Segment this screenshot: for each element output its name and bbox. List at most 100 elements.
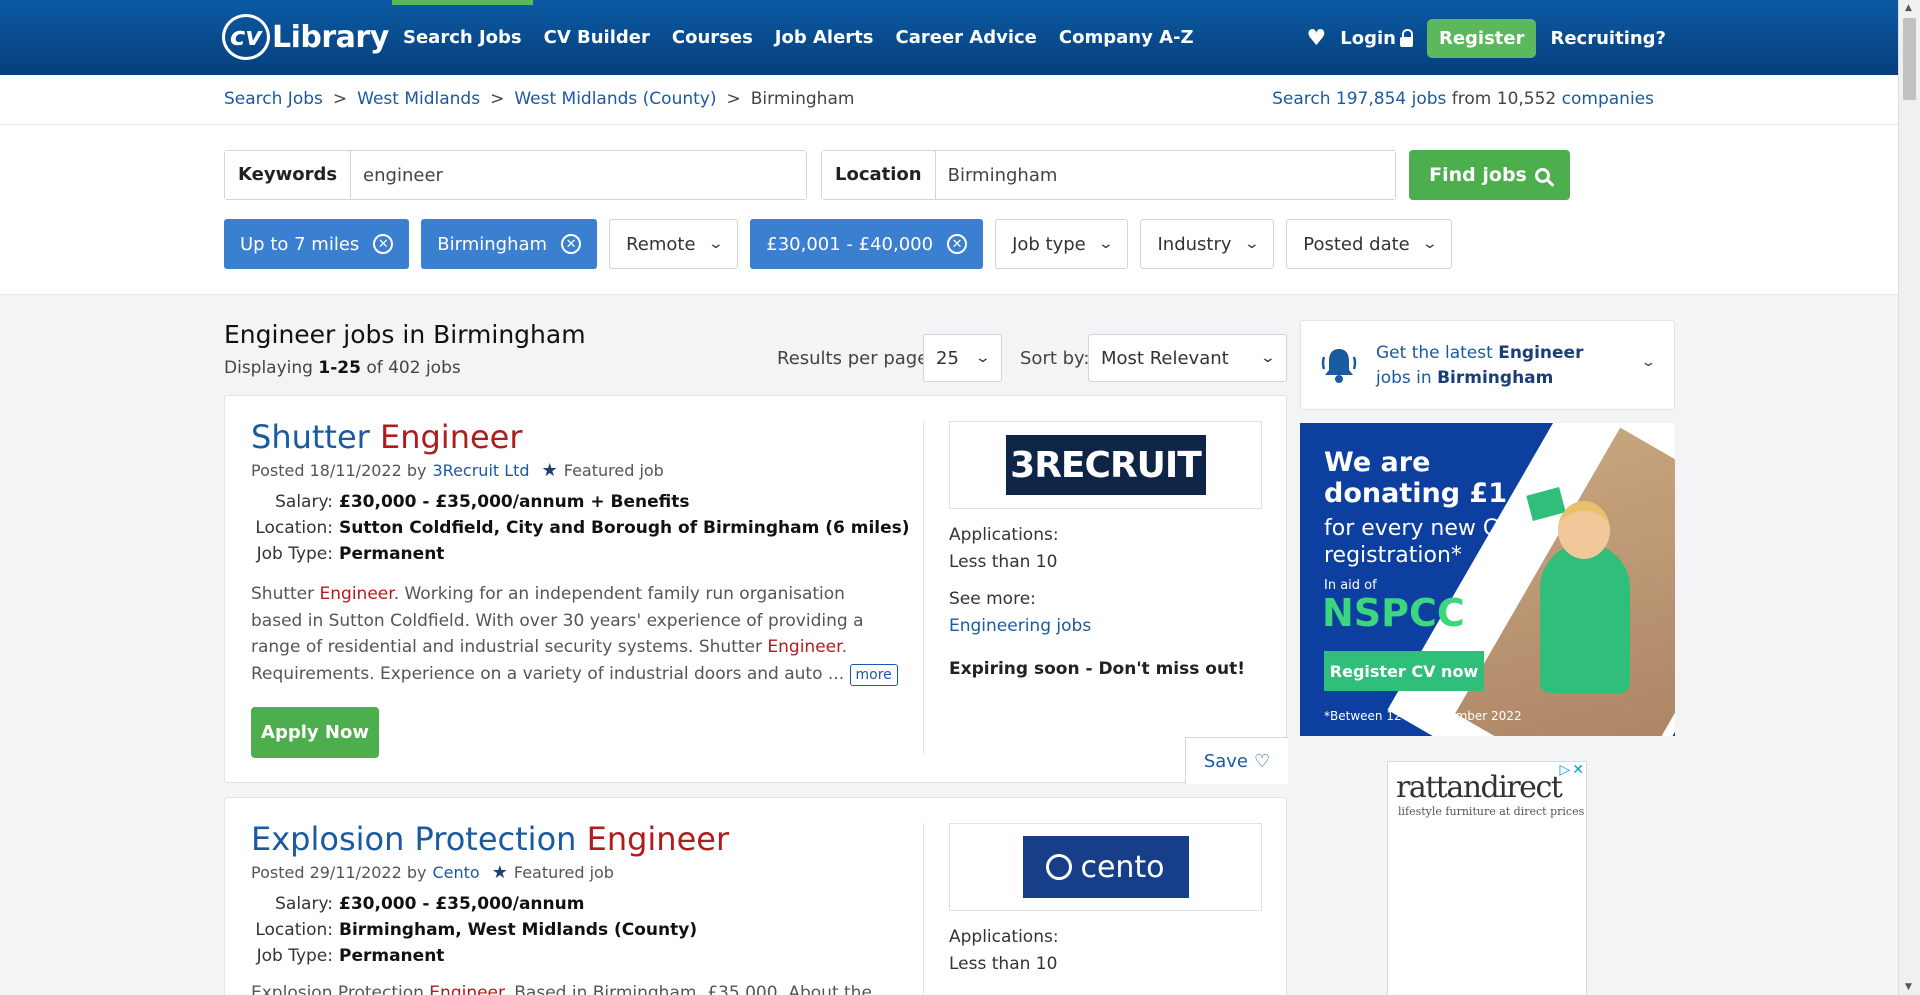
remove-filter-icon[interactable]: ✕ (947, 234, 968, 254)
job-description: Shutter Engineer. Working for an indepen… (251, 581, 901, 687)
job-posted-date: Posted 18/11/2022 by (251, 461, 427, 480)
job-alert-box[interactable]: Get the latest Engineer jobs in Birmingh… (1300, 320, 1675, 410)
job-type-value: Permanent (339, 946, 445, 966)
job-card: Shutter Engineer Posted 18/11/2022 by 3R… (224, 395, 1288, 784)
nspcc-advert[interactable]: We are donating £1 for every new CV regi… (1300, 423, 1675, 736)
header-actions: ♥ Login Register Recruiting? (1307, 17, 1666, 59)
register-cv-now-button[interactable]: Register CV now (1324, 651, 1484, 691)
filter-industry[interactable]: Industry ⌄ (1140, 219, 1275, 269)
job-title-link[interactable]: Shutter Engineer (251, 418, 523, 456)
job-location: Location: Sutton Coldfield, City and Boro… (251, 518, 909, 538)
location-input[interactable] (935, 151, 1395, 199)
search-jobs-count-link[interactable]: Search 197,854 jobs (1272, 89, 1446, 109)
sort-by-select[interactable]: Most Relevant ⌄ (1088, 334, 1287, 382)
saved-jobs-heart-icon[interactable]: ♥ (1307, 26, 1327, 51)
main-nav: Search Jobs CV Builder Courses Job Alert… (392, 0, 1205, 75)
job-salary: Salary: £30,000 - £35,000/annum (251, 894, 584, 914)
find-jobs-button[interactable]: Find jobs (1409, 150, 1570, 200)
filter-location[interactable]: Birmingham ✕ (421, 219, 598, 269)
chevron-down-icon: ⌄ (974, 350, 992, 366)
company-logo[interactable]: 3RECRUIT (949, 421, 1262, 509)
more-button[interactable]: more (849, 663, 898, 686)
page-scrollbar[interactable]: ▲ ▼ (1898, 0, 1920, 995)
company-link[interactable]: Cento (433, 863, 480, 882)
filter-industry-label: Industry (1157, 233, 1232, 255)
companies-link[interactable]: companies (1562, 89, 1654, 109)
cento-logo-text: cento (1080, 849, 1165, 885)
save-label: Save (1203, 750, 1249, 772)
results-per-page-select[interactable]: 25 ⌄ (923, 334, 1002, 382)
chevron-down-icon[interactable]: ⌄ (1640, 355, 1656, 370)
scroll-down-arrow-icon[interactable]: ▼ (1905, 982, 1912, 992)
nav-career-advice[interactable]: Career Advice (885, 0, 1048, 75)
remove-filter-icon[interactable]: ✕ (561, 234, 582, 254)
see-more-label: See more: (949, 589, 1036, 609)
lock-icon (1399, 28, 1413, 47)
chevron-down-icon: ⌄ (1421, 236, 1438, 252)
filter-job-type[interactable]: Job type ⌄ (995, 219, 1129, 269)
expiring-notice: Expiring soon - Don't miss out! (949, 659, 1245, 679)
job-title-text: Shutter (251, 418, 370, 456)
job-description: Explosion Protection Engineer. Based in … (251, 980, 901, 995)
job-posted-info: Posted 18/11/2022 by 3Recruit Ltd ★ Feat… (251, 460, 664, 481)
nav-company-a-z[interactable]: Company A-Z (1048, 0, 1205, 75)
chevron-down-icon: ⌄ (1259, 350, 1277, 366)
card-divider (923, 421, 924, 754)
job-type: Job Type: Permanent (251, 946, 445, 966)
salary-label: Salary: (275, 894, 333, 914)
desc-keyword: Engineer (319, 584, 394, 604)
sort-by-value: Most Relevant (1101, 347, 1229, 369)
breadcrumb-current: Birmingham (750, 89, 855, 109)
job-title-text: Explosion Protection (251, 820, 577, 858)
desc-text: Shutter (251, 584, 315, 604)
nav-cv-builder[interactable]: CV Builder (533, 0, 661, 75)
site-job-count: Search 197,854 jobs from 10,552 companie… (1272, 89, 1654, 109)
company-link[interactable]: 3Recruit Ltd (433, 461, 530, 480)
nav-search-jobs[interactable]: Search Jobs (392, 0, 533, 75)
desc-keyword: Engineer (767, 637, 842, 657)
login-label: Login (1340, 27, 1396, 49)
job-type-value: Permanent (339, 544, 445, 564)
scroll-up-arrow-icon[interactable]: ▲ (1905, 3, 1912, 13)
results-per-page-label: Results per page: (777, 348, 935, 369)
keywords-input[interactable] (351, 151, 806, 199)
filter-posted-date[interactable]: Posted date ⌄ (1286, 219, 1453, 269)
child-image (1540, 543, 1630, 693)
company-logo[interactable]: cento (949, 823, 1262, 911)
close-ad-icon[interactable]: ✕ (1572, 762, 1584, 778)
filter-remote[interactable]: Remote ⌄ (609, 219, 739, 269)
save-job-button[interactable]: Save ♡ (1185, 737, 1288, 784)
star-icon: ★ (491, 862, 508, 883)
scrollbar-thumb[interactable] (1903, 18, 1916, 100)
location-value: Birmingham, West Midlands (County) (339, 920, 698, 940)
engineering-jobs-link[interactable]: Engineering jobs (949, 616, 1091, 636)
login-link[interactable]: Login (1340, 28, 1413, 49)
register-button[interactable]: Register (1426, 18, 1537, 58)
job-title-keyword: Engineer (586, 820, 730, 858)
cv-library-logo[interactable]: cv Library (222, 14, 389, 60)
job-title-link[interactable]: Explosion Protection Engineer (251, 820, 729, 858)
results-displaying: Displaying (224, 358, 313, 378)
job-posted-date: Posted 29/11/2022 by (251, 863, 427, 882)
cento-logo-mark-icon (1046, 854, 1073, 880)
breadcrumb-search-jobs[interactable]: Search Jobs (224, 89, 323, 109)
advert-line-2: donating £1 (1324, 478, 1508, 509)
filter-bar: Up to 7 miles ✕ Birmingham ✕ Remote ⌄ £3… (224, 219, 1453, 269)
ad-choices[interactable]: ▷ ✕ (1559, 762, 1584, 778)
breadcrumb-west-midlands-county[interactable]: West Midlands (County) (514, 89, 716, 109)
rattan-direct-advert[interactable]: ▷ ✕ rattandirect lifestyle furniture at … (1387, 761, 1587, 995)
filter-salary[interactable]: £30,001 - £40,000 ✕ (750, 219, 984, 269)
recruiting-link[interactable]: Recruiting? (1550, 28, 1666, 49)
advert-subline: for every new CV registration* (1324, 516, 1514, 568)
search-panel: Keywords Location Find jobs Up to 7 mile… (0, 125, 1898, 295)
filter-distance[interactable]: Up to 7 miles ✕ (224, 219, 410, 269)
nav-job-alerts[interactable]: Job Alerts (764, 0, 885, 75)
nav-courses[interactable]: Courses (661, 0, 764, 75)
alert-location: Birmingham (1437, 368, 1554, 388)
apply-now-button[interactable]: Apply Now (251, 707, 379, 758)
sort-by-label: Sort by: (1020, 348, 1090, 369)
breadcrumb-west-midlands[interactable]: West Midlands (357, 89, 480, 109)
salary-value: £30,000 - £35,000/annum + Benefits (339, 492, 690, 512)
breadcrumb-separator: > (490, 89, 505, 109)
remove-filter-icon[interactable]: ✕ (373, 234, 394, 254)
